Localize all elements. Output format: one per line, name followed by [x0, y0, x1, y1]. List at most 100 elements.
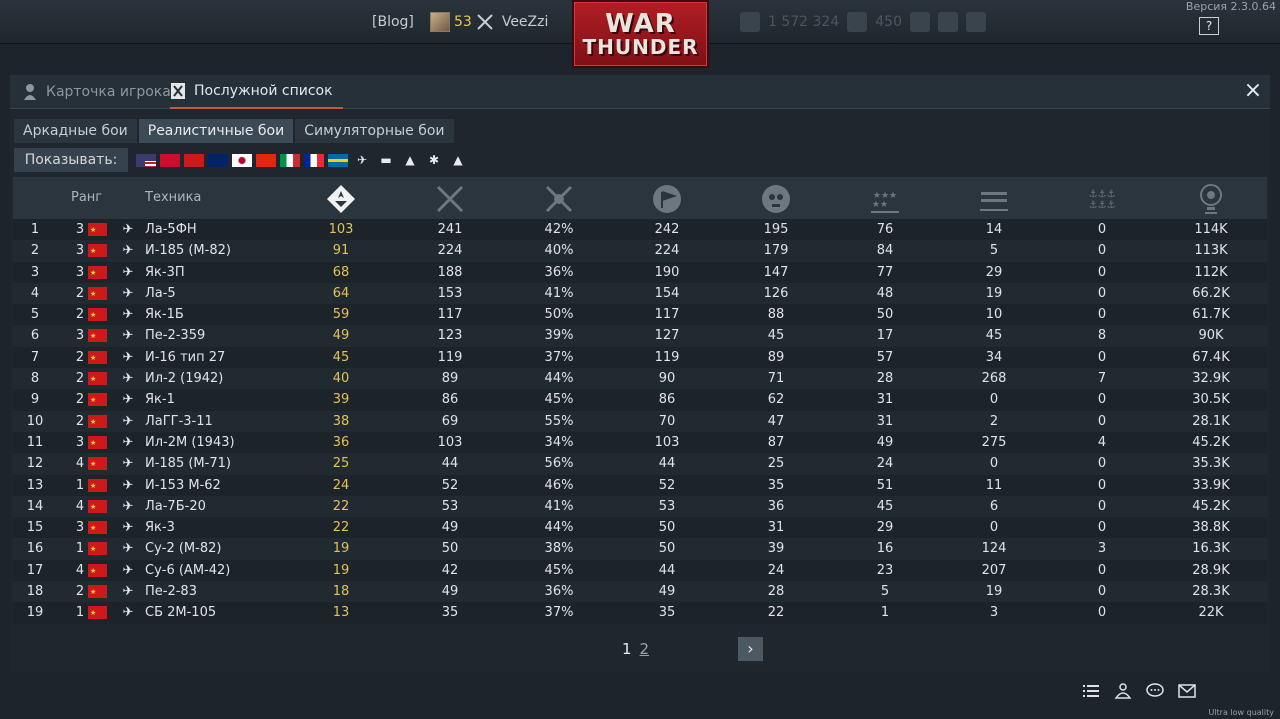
ussr-flag-icon — [88, 412, 107, 433]
row-vehicle-name[interactable]: И-185 (М-82) — [145, 240, 231, 261]
table-row[interactable]: 15 3 ✈ Як-3 22 49 44% 50 31 29 0 0 38.8K — [13, 517, 1267, 539]
italy-flag-icon[interactable] — [280, 153, 300, 167]
bulb-icon[interactable] — [910, 12, 930, 32]
row-ground-kills: 6 — [989, 498, 999, 514]
respawns-icon[interactable] — [651, 183, 683, 215]
row-activity: 28.1K — [1192, 413, 1230, 429]
row-naval-kills: 0 — [1097, 584, 1107, 600]
row-respawns: 44 — [658, 562, 676, 578]
row-vehicle-name[interactable]: Як-1Б — [145, 304, 184, 325]
table-row[interactable]: 11 3 ✈ Ил-2М (1943) 36 103 34% 103 87 49 275 4 45.2K — [13, 431, 1267, 454]
row-vehicle-name[interactable]: Ла-5 — [145, 283, 176, 304]
show-filter-button[interactable]: Показывать: — [14, 148, 128, 172]
row-air-kills: 24 — [876, 456, 894, 472]
row-vehicle-name[interactable]: И-185 (М-71) — [145, 453, 231, 474]
row-naval-kills: 0 — [1097, 477, 1107, 493]
avatar[interactable] — [430, 12, 450, 32]
row-vehicle-name[interactable]: Ил-2 (1942) — [145, 368, 223, 389]
ussr-flag-icon[interactable] — [184, 153, 204, 167]
coupon-icon[interactable] — [966, 12, 986, 32]
table-row[interactable]: 8 2 ✈ Ил-2 (1942) 40 89 44% 90 71 28 268 7 32.9K — [13, 368, 1267, 390]
win-rate-icon[interactable] — [543, 183, 575, 215]
table-row[interactable]: 12 4 ✈ И-185 (М-71) 25 44 56% 44 25 24 0 0 35.3K — [13, 453, 1267, 476]
column-rank[interactable]: Ранг — [71, 177, 102, 219]
japan-flag-icon[interactable] — [232, 153, 252, 167]
table-header: Ранг Техника ★★★ ★★ ⚓⚓⚓ ⚓⚓⚓ — [13, 177, 1267, 219]
mail-icon[interactable] — [1178, 682, 1196, 700]
table-row[interactable]: 18 2 ✈ Пе-2-83 18 49 36% 49 28 5 19 0 28.3K — [13, 581, 1267, 603]
table-row[interactable]: 17 4 ✈ Су-6 (АМ-42) 19 42 45% 44 24 23 207 0 28.9K — [13, 559, 1267, 582]
row-vehicle-name[interactable]: ЛаГГ-3-11 — [145, 411, 213, 432]
sweden-flag-icon[interactable] — [328, 153, 348, 167]
row-vehicle-name[interactable]: Як-1 — [145, 389, 175, 410]
activity-icon[interactable] — [1195, 183, 1227, 215]
naval-kills-icon[interactable]: ⚓⚓⚓ ⚓⚓⚓ — [1086, 183, 1118, 215]
row-vehicle-name[interactable]: И-153 М-62 — [145, 475, 221, 496]
tab-realistic[interactable]: Реалистичные бои — [138, 119, 294, 143]
row-vehicle-name[interactable]: И-16 тип 27 — [145, 347, 225, 368]
row-index: 5 — [30, 307, 40, 323]
profile-widget[interactable]: 53 VeeZzi — [430, 10, 548, 34]
table-row[interactable]: 2 3 ✈ И-185 (М-82) 91 224 40% 224 179 84 5 0 113K — [13, 240, 1267, 263]
row-vehicle-name[interactable]: Су-6 (АМ-42) — [145, 560, 230, 581]
blog-link[interactable]: [Blog] — [372, 10, 414, 34]
chat-icon[interactable] — [1146, 682, 1164, 700]
list-icon[interactable] — [1082, 682, 1100, 700]
row-vehicle-name[interactable]: Ла-7Б-20 — [145, 496, 206, 517]
china-flag-icon[interactable] — [256, 153, 276, 167]
row-vehicle-name[interactable]: Як-3П — [145, 262, 185, 283]
deaths-icon[interactable] — [760, 183, 792, 215]
squadron-icon[interactable] — [1114, 682, 1132, 700]
next-page-button[interactable]: › — [738, 637, 763, 661]
tab-arcade[interactable]: Аркадные бои — [14, 119, 137, 143]
table-row[interactable]: 16 1 ✈ Су-2 (М-82) 19 50 38% 50 39 16 124 3 16.3K — [13, 538, 1267, 561]
tab-service-record[interactable]: Послужной список — [170, 75, 343, 109]
tab-player-card[interactable]: Карточка игрока — [22, 75, 171, 109]
table-row[interactable]: 3 3 ✈ Як-3П 68 188 36% 190 147 77 29 0 112K — [13, 261, 1267, 284]
row-battles: 52 — [441, 477, 459, 493]
row-battles: 49 — [441, 584, 459, 600]
table-row[interactable]: 6 3 ✈ Пе-2-359 49 123 39% 127 45 17 45 8 90K — [13, 325, 1267, 348]
table-row[interactable]: 5 2 ✈ Як-1Б 59 117 50% 117 88 50 10 0 61.7K — [13, 304, 1267, 326]
table-row[interactable]: 10 2 ✈ ЛаГГ-3-11 38 69 55% 70 47 31 2 0 28.1K — [13, 410, 1267, 433]
row-vehicle-name[interactable]: Су-2 (М-82) — [145, 538, 221, 559]
logo-word-1: WAR — [605, 9, 676, 39]
helicopter-filter-icon[interactable]: ✱ — [424, 152, 444, 168]
aircraft-filter-icon[interactable]: ✈ — [352, 152, 372, 168]
table-row[interactable]: 14 4 ✈ Ла-7Б-20 22 53 41% 53 36 45 6 0 45.2K — [13, 495, 1267, 518]
row-vehicle-name[interactable]: Пе-2-359 — [145, 325, 205, 346]
table-row[interactable]: 13 1 ✈ И-153 М-62 24 52 46% 52 35 51 11 0 33.9K — [13, 474, 1267, 497]
boat-filter-icon[interactable]: ▲ — [448, 152, 468, 168]
row-ground-kills: 11 — [985, 477, 1003, 493]
close-button[interactable]: × — [1242, 80, 1264, 103]
usa-flag-icon[interactable] — [136, 153, 156, 167]
tank-filter-icon[interactable]: ▬ — [376, 152, 396, 168]
uk-flag-icon[interactable] — [208, 153, 228, 167]
table-row[interactable]: 9 2 ✈ Як-1 39 86 45% 86 62 31 0 0 30.5K — [13, 389, 1267, 412]
germany-flag-icon[interactable] — [160, 153, 180, 167]
column-vehicle[interactable]: Техника — [145, 177, 201, 219]
table-row[interactable]: 1 3 ✈ Ла-5ФН 103 241 42% 242 195 76 14 0 114K — [13, 219, 1267, 241]
table-row[interactable]: 4 2 ✈ Ла-5 64 153 41% 154 126 48 19 0 66.2K — [13, 282, 1267, 305]
achievement-icon[interactable] — [938, 12, 958, 32]
air-kills-icon[interactable]: ★★★ ★★ — [869, 183, 901, 215]
ship-filter-icon[interactable]: ▲ — [400, 152, 420, 168]
table-row[interactable]: 191✈СБ 2М-105133537%352213022K — [13, 602, 1267, 625]
row-vehicle-name[interactable]: Ла-5ФН — [145, 219, 197, 240]
row-vehicle-name[interactable]: Як-3 — [145, 517, 175, 538]
row-vehicle-name[interactable]: Пе-2-83 — [145, 581, 197, 602]
aircraft-icon: ✈ — [122, 392, 134, 408]
france-flag-icon[interactable] — [304, 153, 324, 167]
victories-icon[interactable] — [325, 183, 357, 215]
ground-kills-icon[interactable] — [978, 183, 1010, 215]
page-1[interactable]: 1 — [622, 640, 632, 658]
table-row[interactable]: 7 2 ✈ И-16 тип 27 45 119 37% 119 89 57 34 0 67.4K — [13, 346, 1267, 369]
help-button[interactable]: ? — [1199, 17, 1219, 35]
row-vehicle-name[interactable]: Ил-2М (1943) — [145, 432, 235, 453]
ussr-flag-icon — [88, 390, 107, 412]
page-2[interactable]: 2 — [640, 640, 650, 658]
battles-icon[interactable] — [434, 183, 466, 215]
row-vehicle-name[interactable]: СБ 2М-105 — [145, 602, 216, 623]
row-ground-kills: 19 — [985, 584, 1003, 600]
tab-simulator[interactable]: Симуляторные бои — [295, 119, 454, 143]
